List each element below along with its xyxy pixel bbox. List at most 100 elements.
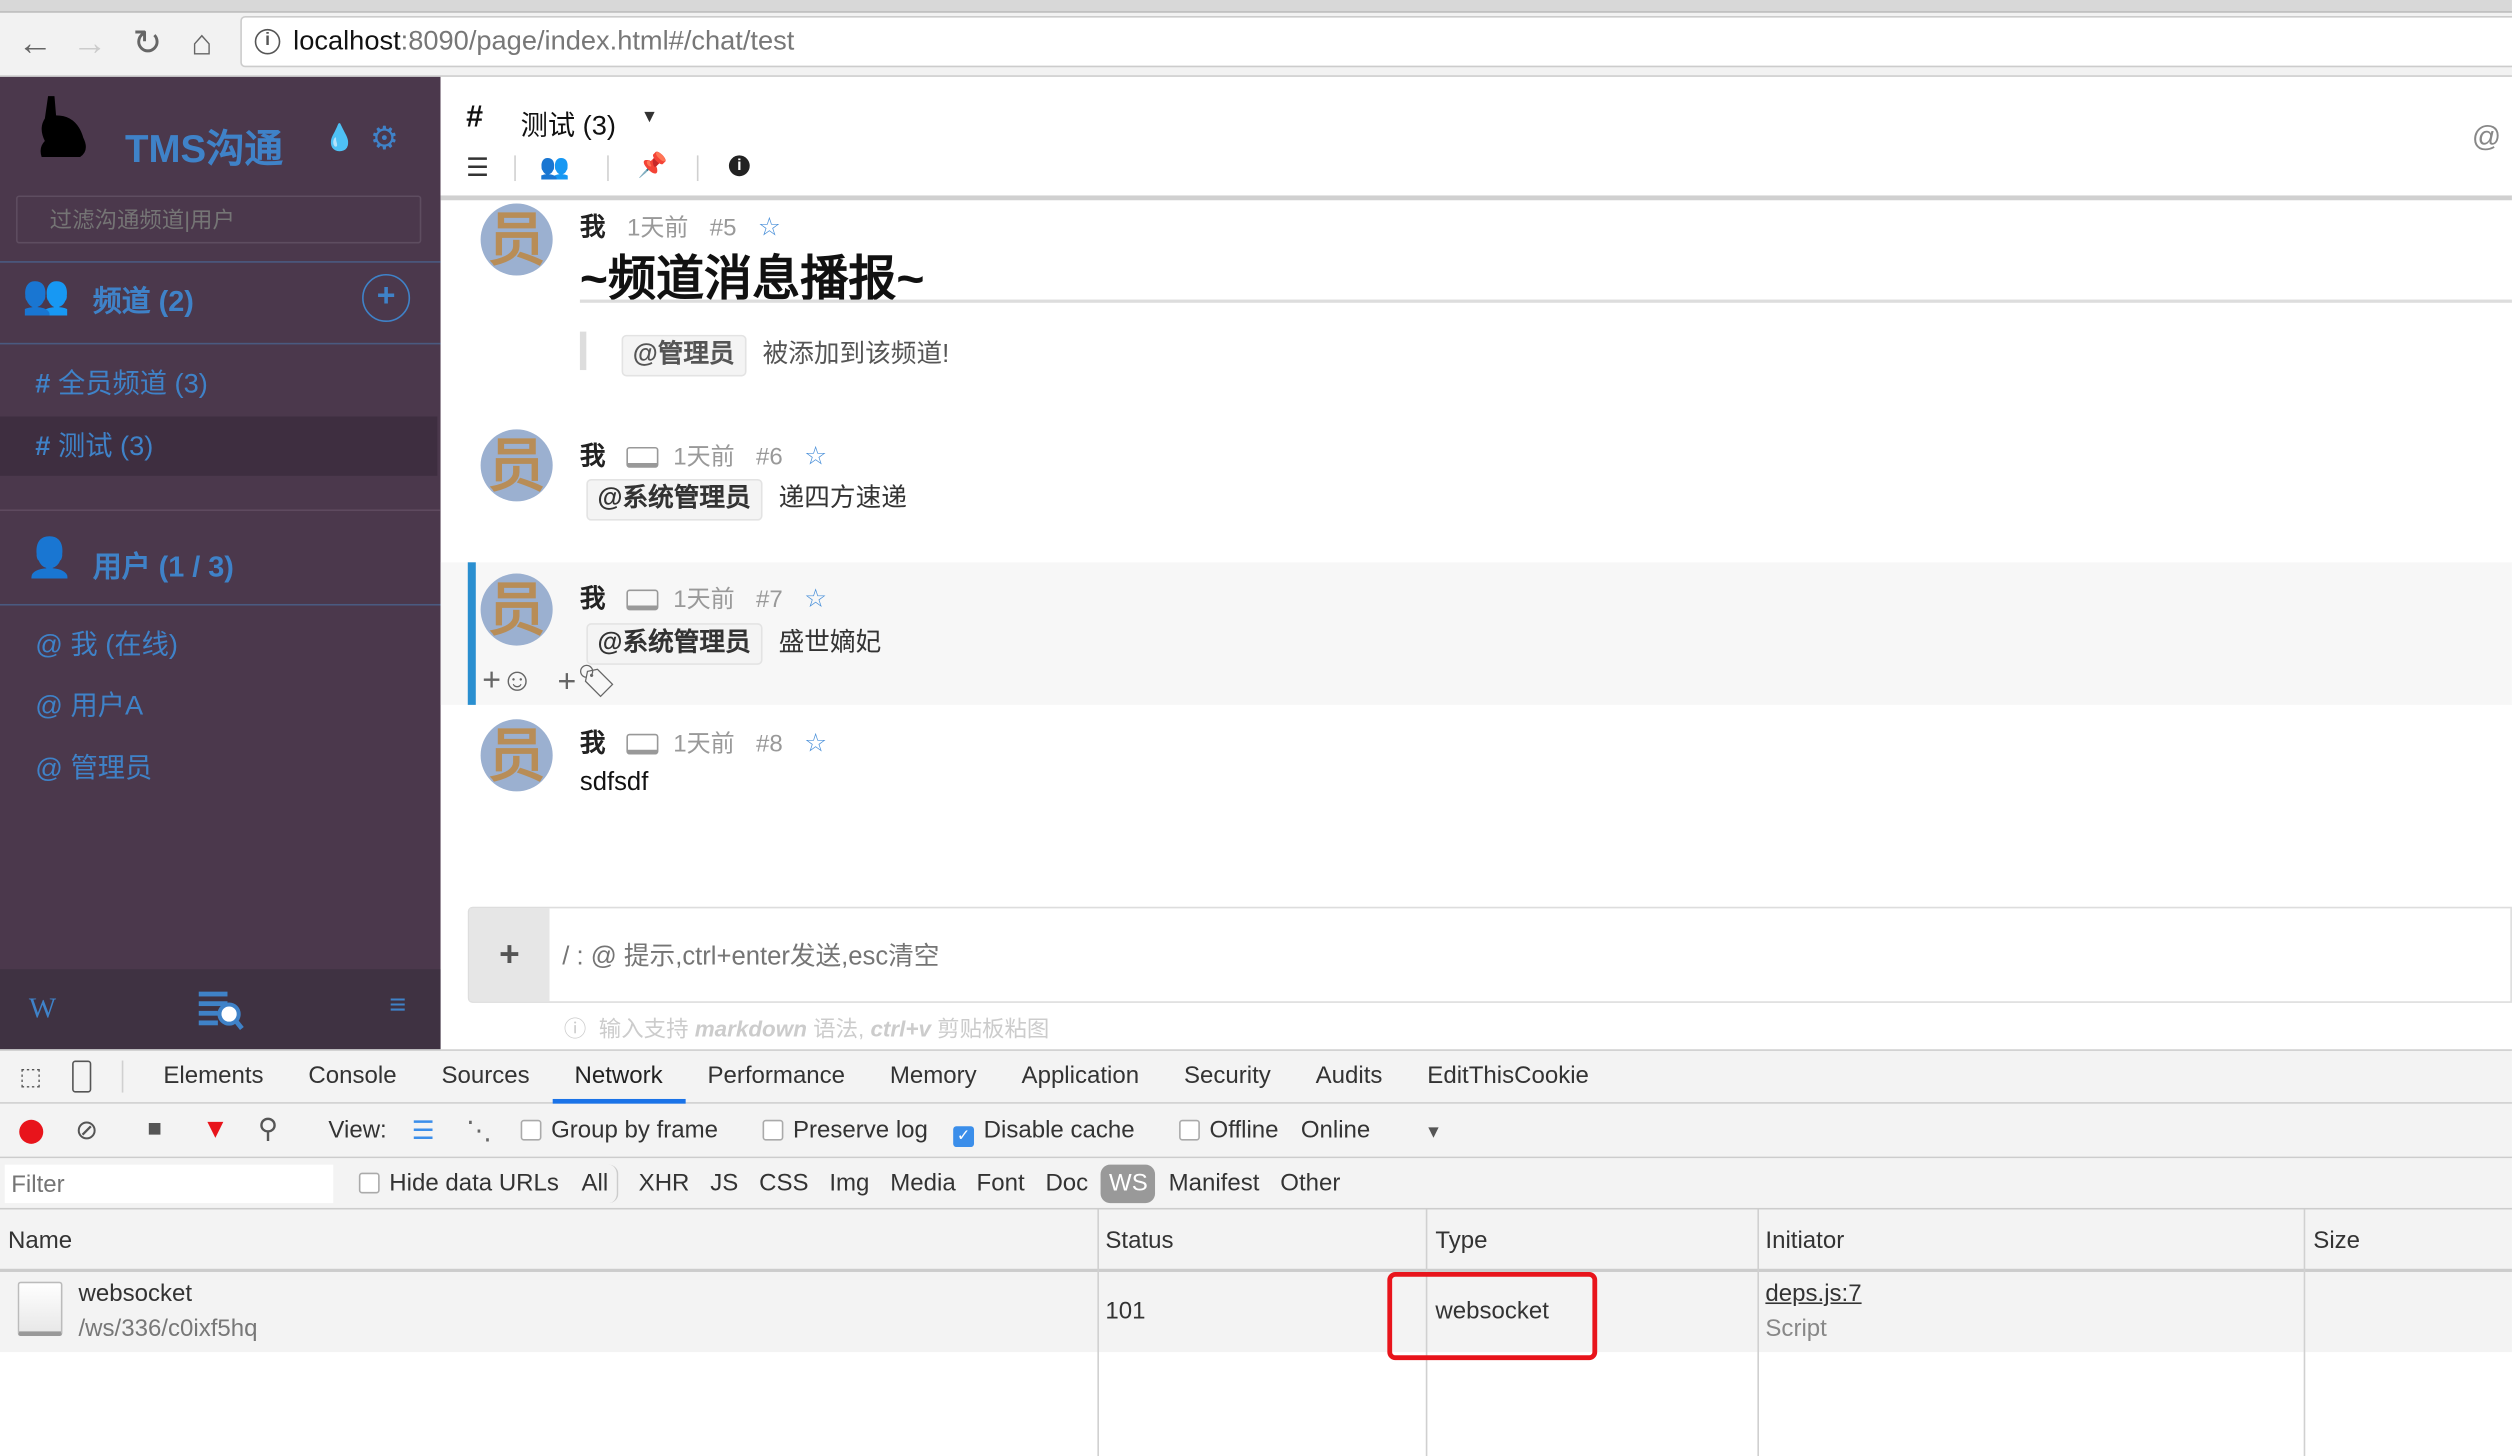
at-icon: @ [35, 690, 63, 721]
type-filter-css[interactable]: CSS [751, 1165, 816, 1203]
rabbit-logo-icon [40, 96, 86, 157]
type-filter-ws[interactable]: WS [1101, 1164, 1156, 1204]
tab-console[interactable]: Console [286, 1051, 419, 1104]
mention-tag[interactable]: @管理员 [621, 334, 746, 377]
menu-icon[interactable]: ≡ [389, 988, 406, 1022]
filter-icon[interactable]: ▼ [202, 1113, 229, 1145]
column-size[interactable]: Size [2313, 1227, 2360, 1254]
tab-network[interactable]: Network [552, 1051, 686, 1104]
waterfall-icon[interactable]: ⋱ [466, 1115, 492, 1147]
chevron-down-icon[interactable]: ▼ [641, 107, 658, 126]
divider [514, 155, 516, 182]
column-status[interactable]: Status [1105, 1227, 1173, 1254]
tab-sources[interactable]: Sources [419, 1051, 552, 1104]
avatar[interactable]: 员 [480, 719, 553, 792]
table-row[interactable]: websocket /ws/336/c0ixf5hq 101 websocket… [0, 1271, 2512, 1353]
star-icon[interactable]: ☆ [804, 444, 827, 471]
star-icon[interactable]: ☆ [804, 731, 827, 758]
sidebar-channel-all[interactable]: # 全员频道 (3) [0, 354, 437, 413]
home-button[interactable]: ⌂ [179, 25, 224, 61]
column-type[interactable]: Type [1435, 1227, 1487, 1254]
preserve-log-checkbox[interactable]: Preserve log [762, 1117, 928, 1144]
drop-icon[interactable]: 💧 [324, 122, 356, 154]
back-button[interactable]: ← [13, 25, 58, 61]
type-filter-js[interactable]: JS [702, 1165, 746, 1203]
pin-icon[interactable]: 📌 [638, 151, 668, 179]
device-toolbar-icon[interactable] [72, 1060, 92, 1093]
add-tag-button[interactable]: +🏷 [557, 662, 616, 702]
disable-cache-checkbox[interactable]: ✓ Disable cache [953, 1117, 1135, 1148]
tab-audits[interactable]: Audits [1293, 1051, 1405, 1104]
network-filter-input[interactable] [4, 1164, 334, 1204]
type-filter-other[interactable]: Other [1272, 1165, 1348, 1203]
sidebar-user-me[interactable]: @ 我 (在线) [0, 615, 437, 674]
tab-security[interactable]: Security [1162, 1051, 1294, 1104]
info-icon[interactable]: i [728, 155, 750, 177]
wiki-icon[interactable]: W [29, 992, 56, 1026]
tab-elements[interactable]: Elements [141, 1051, 286, 1104]
hide-data-urls-checkbox[interactable]: Hide data URLs [358, 1169, 559, 1197]
record-button[interactable] [19, 1119, 44, 1144]
column-name[interactable]: Name [8, 1227, 72, 1254]
attach-plus-button[interactable]: + [469, 908, 550, 1002]
search-list-icon[interactable] [198, 988, 247, 1030]
large-rows-icon[interactable]: ☰ [412, 1115, 435, 1147]
avatar[interactable]: 员 [480, 203, 553, 276]
mention-tag[interactable]: @系统管理员 [586, 478, 762, 521]
sidebar-user-admin[interactable]: @ 管理员 [0, 739, 437, 798]
mention-tag[interactable]: @系统管理员 [586, 623, 762, 665]
avatar[interactable]: 员 [480, 429, 553, 502]
message-input[interactable] [562, 933, 2485, 983]
add-emoji-button[interactable]: +☺ [482, 663, 533, 700]
type-filter-manifest[interactable]: Manifest [1161, 1165, 1268, 1203]
avatar[interactable]: 员 [480, 573, 553, 646]
sidebar-filter-input[interactable] [16, 195, 422, 244]
divider [121, 1060, 124, 1093]
list-icon[interactable]: ☰ [466, 152, 489, 184]
column-initiator[interactable]: Initiator [1765, 1227, 1844, 1254]
type-filter-media[interactable]: Media [882, 1165, 963, 1203]
composer-hint: ⓘ 输入支持 markdown 语法, ctrl+v 剪贴板粘图 [564, 1012, 1049, 1044]
clear-icon[interactable]: ⊘ [75, 1115, 98, 1147]
group-by-frame-checkbox[interactable]: Group by frame [520, 1117, 718, 1144]
star-icon[interactable]: ☆ [804, 586, 827, 613]
reload-button[interactable]: ↻ [125, 25, 170, 61]
sidebar-user-a[interactable]: @ 用户A [0, 676, 437, 735]
channel-header: # 测试 (3) ▼ ☰ 👥 📌 i @ [440, 76, 2512, 201]
screenshot-camera-icon[interactable]: ■ [147, 1115, 162, 1142]
message-id: #8 [756, 730, 783, 758]
devtools-tabs: Elements Console Sources Network Performance… [141, 1051, 1611, 1104]
offline-checkbox[interactable]: Offline [1179, 1117, 1279, 1144]
user-icon: 👤 [25, 536, 74, 580]
type-filter-font[interactable]: Font [969, 1165, 1033, 1203]
mentions-at-icon[interactable]: @ [2472, 120, 2501, 154]
divider [579, 299, 2512, 303]
message-author[interactable]: 我 [580, 586, 606, 613]
resource-type-filters: All XHR JS CSS Img Media Font Doc WS Manifest Othe… [574, 1164, 1354, 1204]
message-author[interactable]: 我 [580, 731, 606, 758]
gears-icon[interactable]: ⚙ [370, 119, 399, 159]
channel-title[interactable]: 测试 (3) [521, 103, 616, 143]
type-filter-all[interactable]: All [574, 1164, 618, 1204]
laptop-icon [626, 447, 659, 469]
search-icon[interactable]: ⚲ [258, 1113, 278, 1145]
message-author[interactable]: 我 [580, 444, 606, 471]
initiator-link[interactable]: deps.js:7 [1765, 1280, 1861, 1307]
sidebar-channel-test[interactable]: # 测试 (3) [0, 416, 438, 476]
tab-editthiscookie[interactable]: EditThisCookie [1405, 1051, 1611, 1104]
inspect-element-icon[interactable]: ⬚ [19, 1062, 42, 1091]
tab-memory[interactable]: Memory [867, 1051, 999, 1104]
address-bar[interactable]: i localhost:8090/page/index.html#/chat/t… [240, 16, 2512, 68]
type-filter-doc[interactable]: Doc [1037, 1165, 1096, 1203]
tab-performance[interactable]: Performance [685, 1051, 867, 1104]
type-filter-img[interactable]: Img [821, 1165, 877, 1203]
tab-application[interactable]: Application [999, 1051, 1161, 1104]
type-filter-xhr[interactable]: XHR [631, 1165, 698, 1203]
message-highlighted: 员 我 1天前 #7 ☆ @系统管理员 盛世嫡妃 +☺ +🏷 [440, 562, 2512, 705]
members-icon[interactable]: 👥 [540, 152, 570, 181]
forward-button[interactable]: → [67, 25, 112, 61]
info-icon[interactable]: i [254, 28, 281, 55]
throttling-select[interactable]: Online ▼ [1301, 1117, 1442, 1144]
add-channel-button[interactable]: + [362, 273, 411, 323]
message-time: 1天前 [673, 443, 735, 471]
